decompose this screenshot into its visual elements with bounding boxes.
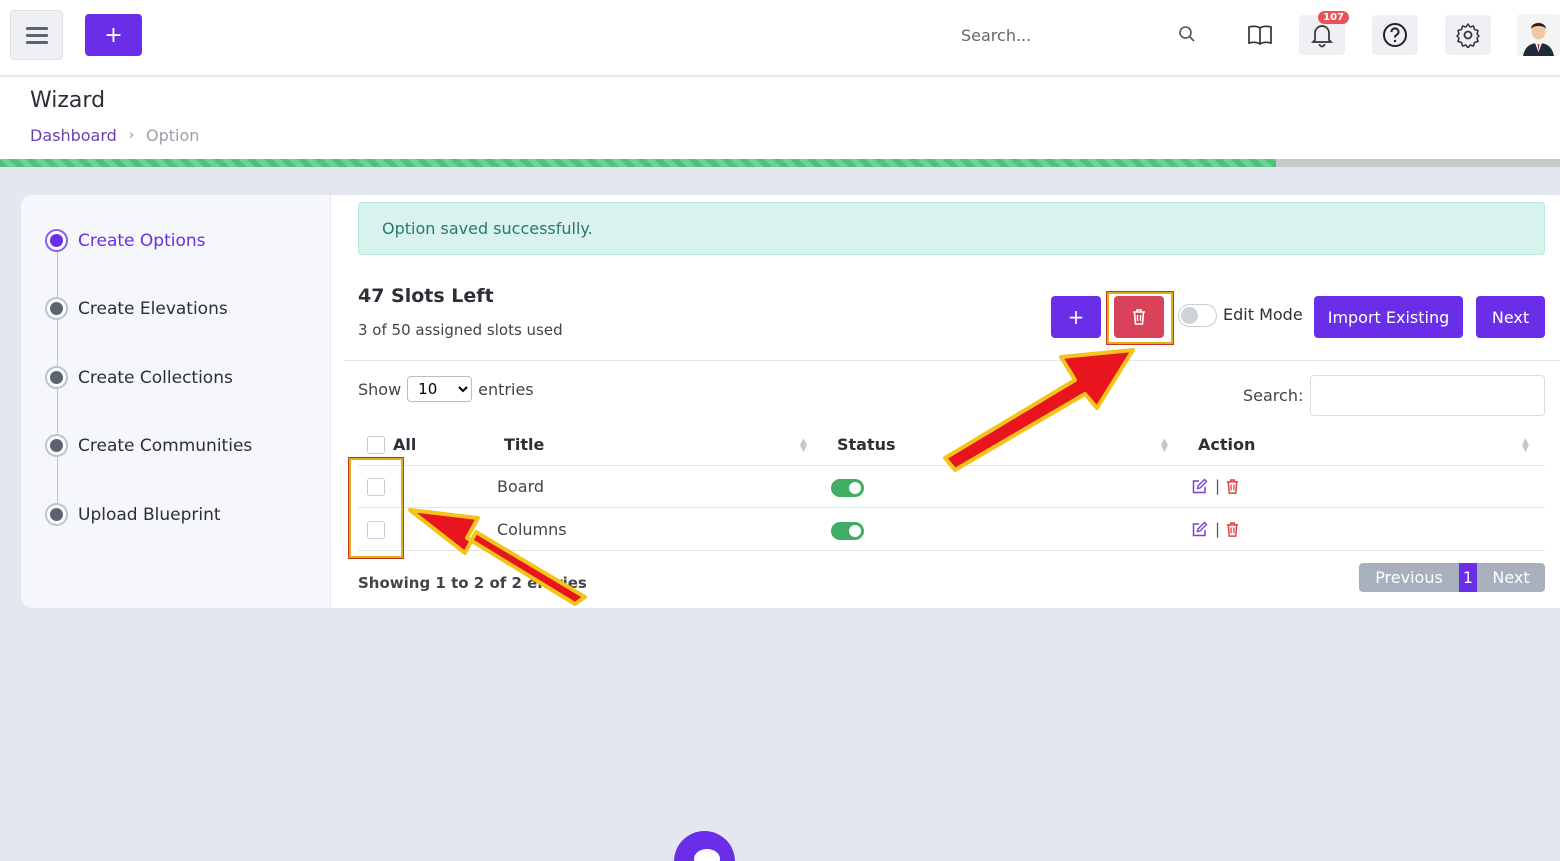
- entries-select[interactable]: 10: [407, 376, 473, 402]
- column-header-status[interactable]: Status: [837, 435, 896, 454]
- hamburger-icon: [25, 27, 48, 44]
- row-divider: [358, 507, 1545, 508]
- step-upload-blueprint[interactable]: Upload Blueprint: [45, 503, 221, 526]
- wizard-progress-bar: [0, 159, 1560, 167]
- notifications-button[interactable]: 107: [1299, 11, 1349, 55]
- docs-button[interactable]: [1237, 15, 1283, 55]
- wizard-steps: Create Options Create Elevations Create …: [21, 195, 331, 608]
- bulk-delete-button[interactable]: [1114, 296, 1164, 338]
- status-toggle[interactable]: [831, 479, 864, 497]
- step-label: Create Options: [78, 230, 206, 251]
- page-header: [0, 77, 1560, 160]
- table-search-label: Search:: [1243, 386, 1304, 405]
- step-dot-icon: [45, 297, 68, 320]
- slots-used-text: 3 of 50 assigned slots used: [358, 321, 563, 339]
- table-bottom-divider: [358, 550, 1545, 551]
- gear-icon: [1456, 23, 1480, 48]
- step-dot-icon: [45, 503, 68, 526]
- chat-widget-button[interactable]: [674, 831, 735, 861]
- trash-icon[interactable]: [1225, 478, 1240, 495]
- trash-icon[interactable]: [1225, 521, 1240, 538]
- table-search-input[interactable]: [1310, 375, 1545, 416]
- step-dot-icon: [45, 229, 68, 252]
- help-button[interactable]: [1372, 15, 1418, 55]
- pagination-next[interactable]: Next: [1477, 563, 1545, 592]
- search-icon[interactable]: [1177, 24, 1197, 44]
- sort-icon[interactable]: ▲ ▼: [800, 438, 807, 454]
- table-header-divider: [358, 465, 1545, 466]
- question-circle-icon: [1383, 23, 1407, 47]
- step-create-collections[interactable]: Create Collections: [45, 366, 233, 389]
- step-dot-icon: [45, 366, 68, 389]
- step-dot-icon: [45, 434, 68, 457]
- entries-control: Show 10 entries: [358, 376, 534, 402]
- table-info-text: Showing 1 to 2 of 2 entries: [358, 574, 587, 592]
- select-all-checkbox[interactable]: [367, 436, 385, 454]
- wizard-progress-fill: [0, 159, 1277, 167]
- slots-left-title: 47 Slots Left: [358, 285, 494, 307]
- column-header-title[interactable]: Title: [504, 435, 544, 454]
- next-step-button[interactable]: Next: [1476, 296, 1545, 338]
- edit-mode-toggle[interactable]: [1178, 304, 1217, 327]
- step-label: Create Collections: [78, 367, 233, 388]
- step-create-options[interactable]: Create Options: [45, 229, 205, 252]
- page-title: Wizard: [30, 88, 106, 113]
- breadcrumb-dashboard-link[interactable]: Dashboard: [30, 126, 117, 145]
- hamburger-menu-button[interactable]: [10, 10, 63, 60]
- action-separator: |: [1215, 520, 1221, 538]
- settings-button[interactable]: [1445, 15, 1491, 55]
- step-create-communities[interactable]: Create Communities: [45, 434, 252, 457]
- import-existing-button[interactable]: Import Existing: [1314, 296, 1463, 338]
- breadcrumb: Dashboard › Option: [30, 126, 199, 145]
- sort-icon[interactable]: ▲ ▼: [1161, 438, 1168, 454]
- edit-icon[interactable]: [1191, 478, 1208, 495]
- status-toggle[interactable]: [831, 522, 864, 540]
- quick-add-button[interactable]: +: [85, 14, 142, 56]
- book-icon: [1248, 25, 1272, 46]
- section-divider: [344, 360, 1560, 361]
- chat-icon: [694, 849, 720, 861]
- user-avatar[interactable]: [1517, 14, 1560, 56]
- chevron-right-icon: ›: [128, 128, 135, 143]
- column-header-all: All: [393, 435, 417, 454]
- wizard-card: Create Options Create Elevations Create …: [21, 195, 1560, 608]
- entries-label: entries: [478, 379, 534, 399]
- row-title: Columns: [497, 520, 567, 539]
- pagination-page[interactable]: 1: [1459, 563, 1477, 592]
- avatar-icon: [1517, 14, 1560, 56]
- action-separator: |: [1215, 477, 1221, 495]
- step-label: Create Communities: [78, 435, 253, 456]
- column-header-action[interactable]: Action: [1198, 435, 1255, 454]
- edit-mode-label: Edit Mode: [1223, 305, 1303, 324]
- trash-icon: [1133, 309, 1145, 325]
- add-option-button[interactable]: +: [1051, 296, 1101, 338]
- sort-icon[interactable]: ▲ ▼: [1522, 438, 1529, 454]
- top-bar: + 107: [0, 0, 1560, 76]
- step-create-elevations[interactable]: Create Elevations: [45, 297, 228, 320]
- step-label: Create Elevations: [78, 298, 228, 319]
- breadcrumb-current: Option: [146, 126, 200, 145]
- pagination-previous[interactable]: Previous: [1359, 563, 1459, 592]
- notification-count-badge: 107: [1318, 11, 1349, 24]
- row-checkbox-highlight: [349, 458, 403, 558]
- step-label: Upload Blueprint: [78, 504, 221, 525]
- row-title: Board: [497, 477, 545, 496]
- edit-icon[interactable]: [1191, 521, 1208, 538]
- bell-icon: [1310, 25, 1334, 48]
- show-label: Show: [358, 379, 402, 399]
- success-alert: Option saved successfully.: [358, 202, 1545, 255]
- global-search-input[interactable]: [945, 17, 1205, 53]
